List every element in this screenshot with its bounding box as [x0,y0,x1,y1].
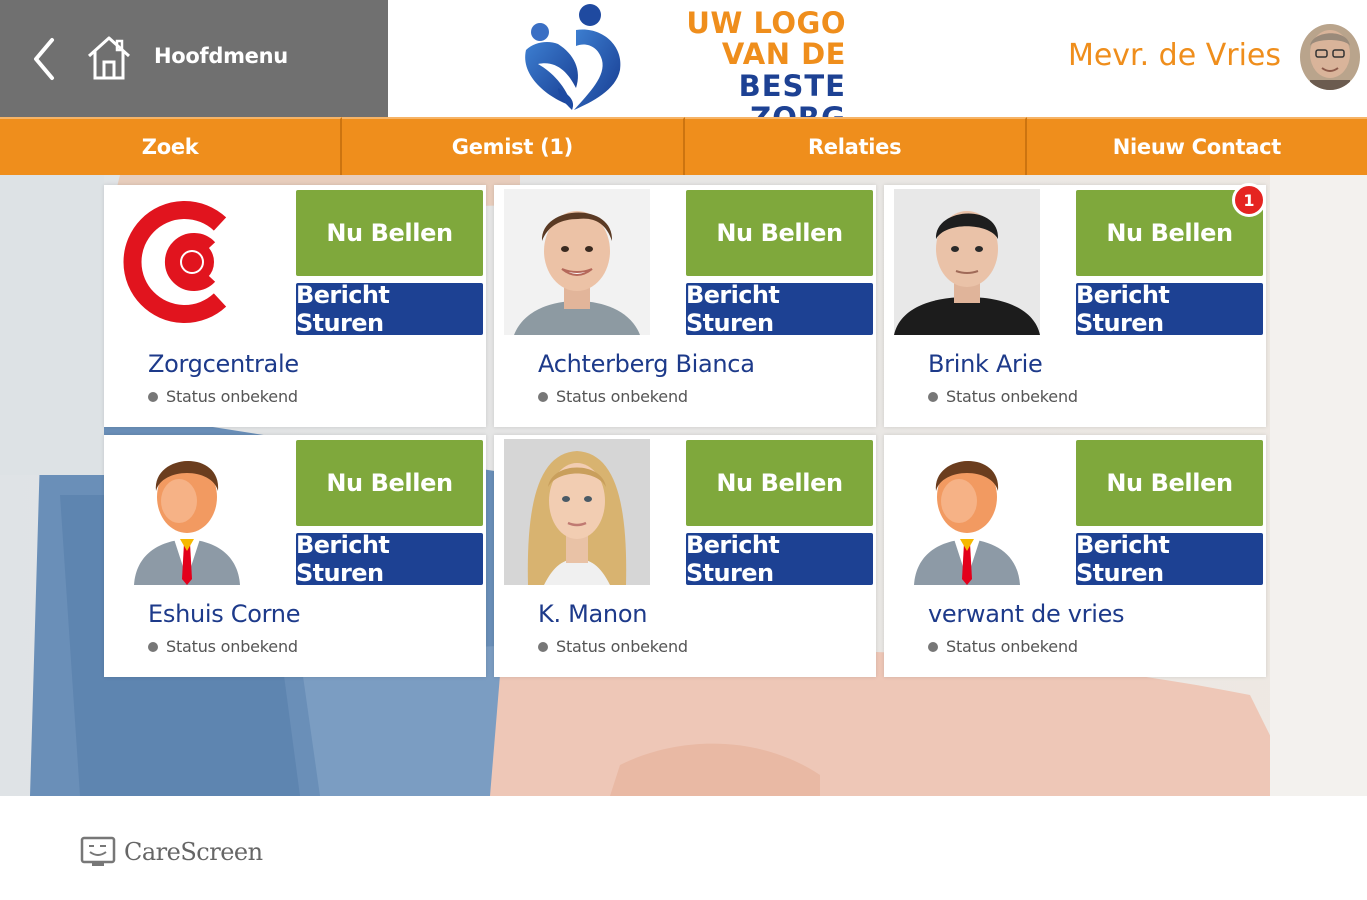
contact-status: Status onbekend [148,387,298,406]
missed-call-badge: 1 [1232,183,1266,217]
contact-grid: Nu Bellen Bericht Sturen Zorgcentrale St… [104,183,1266,677]
send-message-button[interactable]: Bericht Sturen [1076,531,1263,587]
call-now-button[interactable]: Nu Bellen [686,190,873,276]
user-name: Mevr. de Vries [1067,38,1281,73]
tab-search[interactable]: Zoek [0,117,343,175]
navigation-box: Hoofdmenu [0,0,388,117]
contact-card: Nu Bellen Bericht Sturen 1 Brink Arie St… [884,183,1266,427]
contact-status: Status onbekend [928,387,1078,406]
contact-name[interactable]: Brink Arie [928,350,1043,378]
footer: CareScreen [0,796,1367,900]
send-message-button[interactable]: Bericht Sturen [686,531,873,587]
call-now-button[interactable]: Nu Bellen [296,190,483,276]
contact-photo [114,439,260,585]
carescreen-brand-text: CareScreen [124,838,263,866]
tab-relations[interactable]: Relaties [684,117,1027,175]
default-avatar-icon [114,439,260,585]
status-text: Status onbekend [166,387,298,406]
contact-card: Nu Bellen Bericht Sturen K. Manon Status… [494,435,876,677]
home-menu-label[interactable]: Hoofdmenu [154,44,288,68]
send-message-button[interactable]: Bericht Sturen [1076,281,1263,337]
monitor-icon [80,836,116,866]
contact-name[interactable]: Achterberg Bianca [538,350,755,378]
home-button[interactable] [86,34,132,82]
main-tabs: Zoek Gemist (1) Relaties Nieuw Contact [0,117,1367,175]
logo-line-2: VAN DE [721,37,846,71]
contact-name[interactable]: Zorgcentrale [148,350,299,378]
contact-photo [894,439,1040,585]
status-dot-icon [148,391,158,402]
care-heart-logo-icon [525,4,621,110]
top-bar: Hoofdmenu UW LOGO VAN DE BESTE ZO [0,0,1367,134]
status-dot-icon [538,641,548,652]
status-text: Status onbekend [946,387,1078,406]
elderly-woman-avatar-icon [1300,24,1360,90]
contact-card: Nu Bellen Bericht Sturen Eshuis Corne St… [104,435,486,677]
home-icon [87,36,131,80]
app-window: Hoofdmenu UW LOGO VAN DE BESTE ZO [0,0,1367,900]
contact-photo [504,189,650,335]
call-now-button[interactable]: Nu Bellen [296,440,483,526]
contact-status: Status onbekend [538,637,688,656]
back-button[interactable] [28,34,62,84]
status-text: Status onbekend [556,387,688,406]
call-now-button[interactable]: Nu Bellen [686,440,873,526]
status-dot-icon [538,391,548,402]
default-avatar-icon [894,439,1040,585]
contact-photo [114,189,260,335]
contact-card: Nu Bellen Bericht Sturen Zorgcentrale St… [104,185,486,427]
send-message-button[interactable]: Bericht Sturen [296,531,483,587]
status-text: Status onbekend [556,637,688,656]
contact-status: Status onbekend [928,637,1078,656]
contact-status: Status onbekend [538,387,688,406]
chevron-left-icon [34,38,54,80]
send-message-button[interactable]: Bericht Sturen [296,281,483,337]
contact-card: Nu Bellen Bericht Sturen verwant de vrie… [884,435,1266,677]
contact-name[interactable]: verwant de vries [928,600,1125,628]
man-photo-icon [894,189,1040,335]
contact-name[interactable]: K. Manon [538,600,647,628]
carescreen-logo: CareScreen [80,836,263,868]
status-dot-icon [928,391,938,402]
woman-short-hair-photo-icon [504,189,650,335]
zorgcentrale-logo-icon [114,189,260,335]
status-dot-icon [148,641,158,652]
tab-new-contact[interactable]: Nieuw Contact [1026,117,1367,175]
contact-photo [504,439,650,585]
contact-status: Status onbekend [148,637,298,656]
status-dot-icon [928,641,938,652]
user-avatar[interactable] [1300,24,1360,90]
logo-text: UW LOGO VAN DE BESTE ZORG [636,6,846,135]
status-text: Status onbekend [166,637,298,656]
contact-name[interactable]: Eshuis Corne [148,600,300,628]
brand-logo: UW LOGO VAN DE BESTE ZORG [512,2,852,134]
woman-blonde-photo-icon [504,439,650,585]
contact-photo [894,189,1040,335]
contact-card: Nu Bellen Bericht Sturen Achterberg Bian… [494,185,876,427]
call-now-button[interactable]: Nu Bellen [1076,440,1263,526]
logo-line-1: UW LOGO [686,6,846,40]
status-text: Status onbekend [946,637,1078,656]
tab-missed[interactable]: Gemist (1) [342,117,685,175]
send-message-button[interactable]: Bericht Sturen [686,281,873,337]
